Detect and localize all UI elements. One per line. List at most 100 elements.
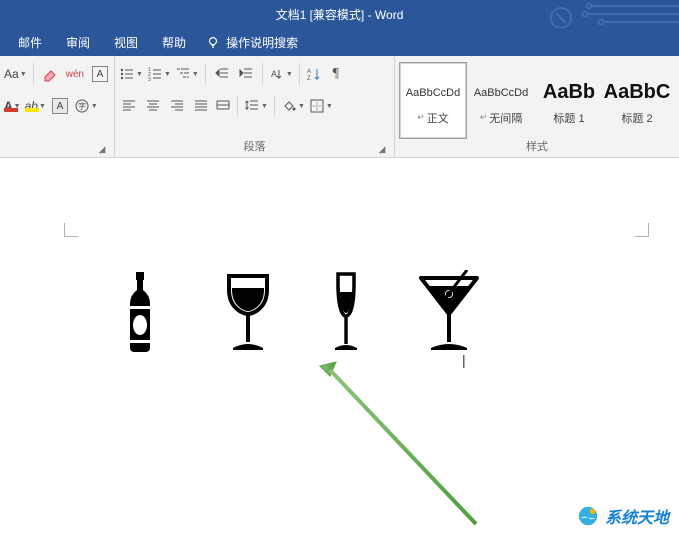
menu-view[interactable]: 视图 (104, 30, 148, 55)
style-preview: AaBb (543, 80, 595, 106)
champagne-glass-icon[interactable] (326, 270, 366, 354)
align-center-icon (145, 98, 161, 114)
separator (237, 95, 238, 117)
font-dialog-launcher[interactable]: ◢ (96, 143, 108, 155)
borders-button[interactable]: ▼ (309, 95, 333, 117)
style-name: ↵正文 (417, 110, 449, 126)
align-right-icon (169, 98, 185, 114)
title-bar: 文档1 [兼容模式] - Word (0, 0, 679, 28)
svg-text:字: 字 (78, 101, 86, 111)
decrease-indent-button[interactable] (212, 63, 232, 85)
chevron-down-icon: ▼ (91, 103, 98, 110)
group-label-font: ◢ (4, 139, 110, 157)
svg-text:A: A (271, 69, 277, 79)
distributed-button[interactable] (215, 95, 231, 117)
separator (262, 63, 263, 85)
annotation-arrow (300, 358, 490, 538)
ribbon-group-font: Aa ▼ wén A A ▼ a (0, 56, 115, 157)
paint-bucket-icon (281, 98, 297, 114)
globe-icon (577, 505, 599, 527)
paragraph-mark-icon: ↵ (480, 112, 488, 123)
window-title: 文档1 [兼容模式] - Word (276, 6, 404, 23)
sort-button[interactable]: AZ (306, 63, 322, 85)
text-direction-button[interactable]: A ▼ (269, 63, 293, 85)
style-name: 标题 1 (553, 110, 584, 126)
separator (205, 63, 206, 85)
style-card[interactable]: AaBb 标题 1 (535, 62, 603, 139)
style-preview: AaBbCcDd (474, 80, 528, 106)
menu-bar: 邮件 审阅 视图 帮助 操作说明搜索 (0, 28, 679, 56)
justify-button[interactable] (191, 95, 211, 117)
document-page (64, 198, 664, 354)
outdent-icon (214, 66, 230, 82)
sort-icon: AZ (306, 66, 322, 82)
numbering-icon: 123 (147, 66, 163, 82)
line-spacing-button[interactable]: ▼ (244, 95, 268, 117)
tell-me-label: 操作说明搜索 (226, 34, 298, 51)
indent-icon (238, 66, 254, 82)
paragraph-dialog-launcher[interactable]: ◢ (376, 143, 388, 155)
menu-review[interactable]: 审阅 (56, 30, 100, 55)
phonetic-guide-button[interactable]: wén (64, 63, 86, 85)
chevron-down-icon: ▼ (261, 103, 268, 110)
shading-button[interactable]: ▼ (281, 95, 305, 117)
martini-glass-icon[interactable] (414, 270, 484, 354)
change-case-button[interactable]: Aa ▼ (4, 63, 27, 85)
tell-me-search[interactable]: 操作说明搜索 (200, 34, 298, 51)
style-name: 标题 2 (621, 110, 652, 126)
chevron-down-icon: ▼ (39, 103, 46, 110)
align-right-button[interactable] (167, 95, 187, 117)
increase-indent-button[interactable] (236, 63, 256, 85)
menu-mail[interactable]: 邮件 (8, 30, 52, 55)
chevron-down-icon: ▼ (326, 103, 333, 110)
show-hide-button[interactable]: ¶ (326, 63, 346, 85)
group-label-paragraph: 段落 ◢ (119, 139, 390, 157)
borders-icon (309, 98, 325, 114)
ribbon-group-styles: AaBbCcDd ↵正文 AaBbCcDd ↵无间隔 AaBb 标题 1 AaBbC 标题 2… (395, 56, 679, 157)
chevron-down-icon: ▼ (298, 103, 305, 110)
lightbulb-icon (206, 35, 220, 49)
line-spacing-icon (244, 98, 260, 114)
bullets-button[interactable]: ▼ (119, 63, 143, 85)
distributed-icon (215, 98, 231, 114)
style-name: ↵无间隔 (480, 110, 523, 126)
justify-icon (193, 98, 209, 114)
style-card[interactable]: AaBbC 标题 2 (603, 62, 671, 139)
inserted-icons-row (110, 254, 664, 354)
style-preview: AaBbC (604, 80, 671, 106)
document-area[interactable]: |⁠ 系统天地 (0, 158, 679, 542)
group-label-styles: 样式 (399, 139, 675, 157)
menu-help[interactable]: 帮助 (152, 30, 196, 55)
styles-gallery[interactable]: AaBbCcDd ↵正文 AaBbCcDd ↵无间隔 AaBb 标题 1 AaBbC 标题 2 (399, 58, 675, 139)
style-card[interactable]: AaBbCcDd ↵无间隔 (467, 62, 535, 139)
enclose-characters-button[interactable]: 字 ▼ (74, 95, 98, 117)
svg-text:Z: Z (307, 76, 311, 82)
watermark: 系统天地 (577, 504, 669, 528)
align-center-button[interactable] (143, 95, 163, 117)
watermark-text: 系统天地 (605, 504, 669, 528)
separator (299, 63, 300, 85)
chevron-down-icon: ▼ (192, 71, 199, 78)
numbering-button[interactable]: 123 ▼ (147, 63, 171, 85)
paragraph-mark-icon: ↵ (417, 112, 425, 123)
font-color-button[interactable]: A ▼ (4, 95, 21, 117)
clear-formatting-button[interactable] (40, 63, 60, 85)
style-card[interactable]: AaBbCcDd ↵正文 (399, 62, 467, 139)
align-left-button[interactable] (119, 95, 139, 117)
title-decoration (539, 0, 679, 28)
chevron-down-icon: ▼ (286, 71, 293, 78)
text-highlight-button[interactable]: ab ▼ (25, 95, 46, 117)
chevron-down-icon: ▼ (136, 71, 143, 78)
eraser-icon (42, 66, 58, 82)
multilevel-icon (175, 66, 191, 82)
character-border-button[interactable]: A (90, 63, 110, 85)
bottle-icon[interactable] (110, 270, 170, 354)
style-preview: AaBbCcDd (406, 80, 460, 106)
chevron-down-icon: ▼ (164, 71, 171, 78)
svg-text:3: 3 (148, 77, 151, 82)
chevron-down-icon: ▼ (20, 71, 27, 78)
bullets-icon (119, 66, 135, 82)
character-shading-button[interactable]: A (50, 95, 70, 117)
multilevel-list-button[interactable]: ▼ (175, 63, 199, 85)
wine-glass-icon[interactable] (218, 270, 278, 354)
